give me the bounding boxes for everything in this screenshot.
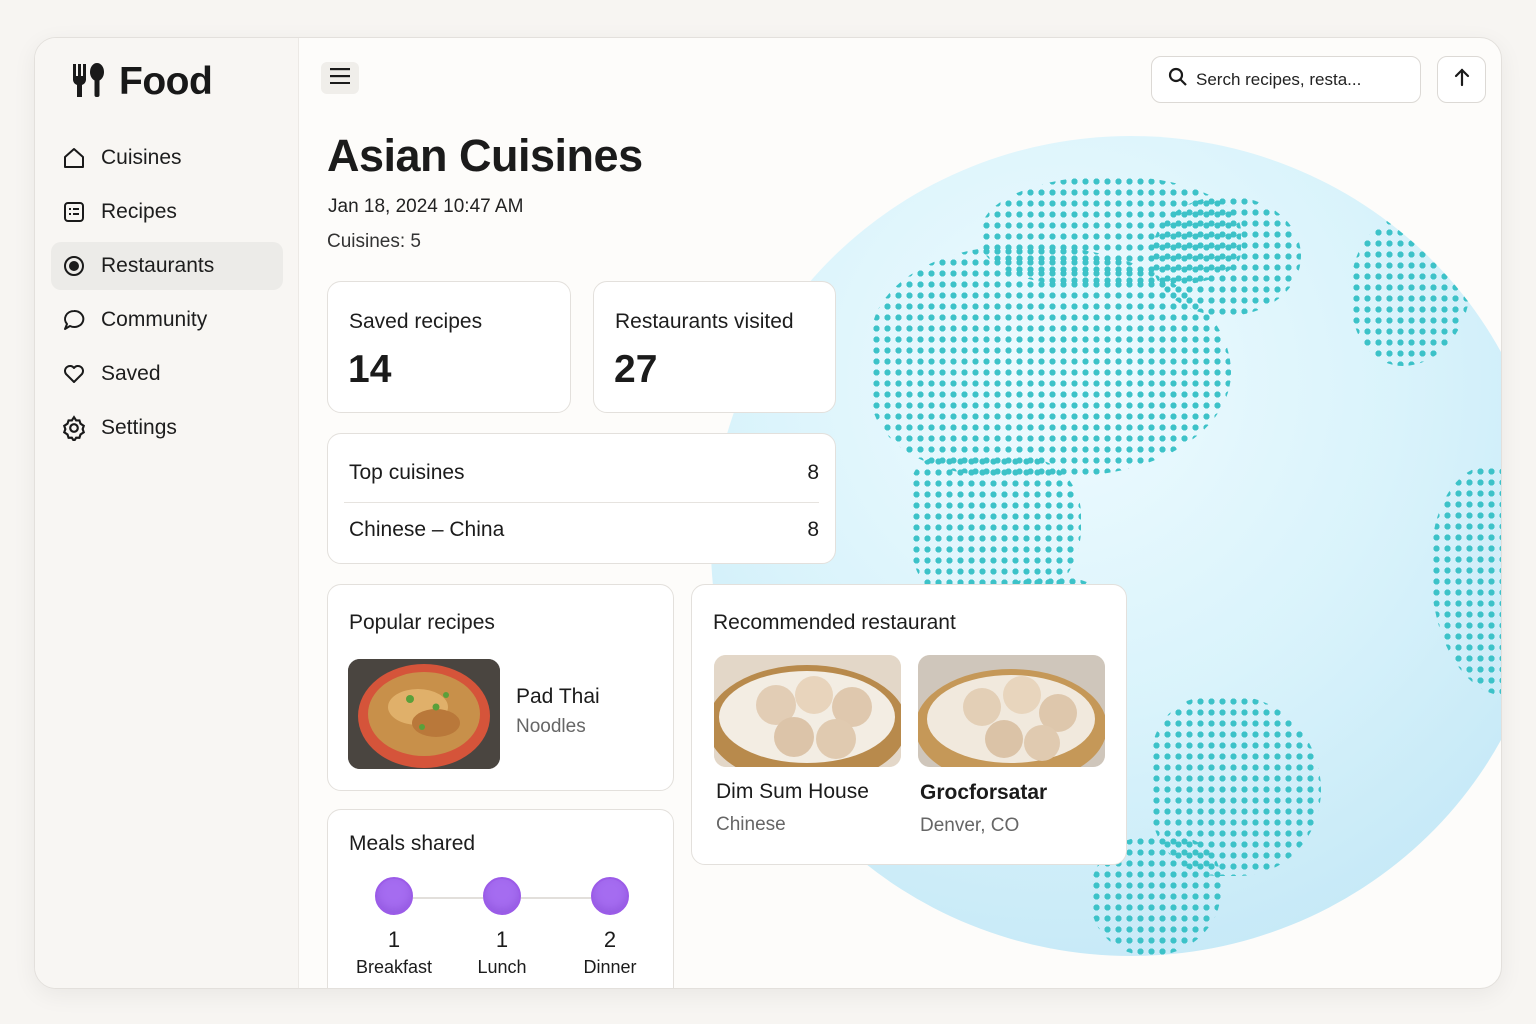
meal-dinner[interactable]: 2 Dinner: [565, 877, 655, 978]
restaurant-sub: Chinese: [716, 814, 786, 835]
sidebar-item-cuisines[interactable]: Cuisines: [51, 134, 283, 182]
search-box[interactable]: [1151, 56, 1421, 103]
restaurant-name[interactable]: Dim Sum House: [716, 780, 869, 804]
top-cuisines-total: 8: [807, 461, 819, 484]
sidebar-item-label: Cuisines: [101, 146, 182, 169]
meal-breakfast[interactable]: 1 Breakfast: [349, 877, 439, 978]
cuisine-name: Chinese – China: [349, 518, 505, 541]
grocforsatar-image[interactable]: [918, 655, 1105, 767]
gear-icon: [61, 415, 87, 441]
card-label: Popular recipes: [349, 611, 495, 634]
meal-label: Lunch: [477, 957, 527, 977]
sidebar-item-label: Settings: [101, 416, 177, 439]
heart-icon: [61, 361, 87, 387]
meal-dot: [483, 877, 521, 915]
app-title: Food: [119, 60, 213, 103]
recipe-category: Noodles: [516, 716, 586, 737]
card-value: 14: [348, 348, 392, 391]
search-icon: [1168, 67, 1188, 92]
meal-dot: [591, 877, 629, 915]
menu-button[interactable]: [321, 62, 359, 94]
page-title: Asian Cuisines: [327, 130, 643, 181]
divider: [344, 502, 819, 503]
card-label: Saved recipes: [349, 310, 483, 333]
meal-lunch[interactable]: 1 Lunch: [457, 877, 547, 978]
meal-dot: [375, 877, 413, 915]
recipe-card-icon: [61, 199, 87, 225]
meals-shared-card: Meals shared 1 Breakfast 1 Lunch 2 Dinne…: [327, 809, 674, 988]
sidebar-item-label: Community: [101, 308, 208, 331]
pad-thai-image[interactable]: [348, 659, 500, 769]
saved-recipes-card[interactable]: Saved recipes 14: [327, 281, 571, 413]
card-label: Restaurants visited: [615, 310, 794, 333]
cuisine-value: 8: [807, 518, 819, 541]
hamburger-icon: [330, 67, 350, 89]
meal-label: Dinner: [583, 957, 637, 977]
brand[interactable]: Food: [69, 60, 213, 104]
sidebar: Food Cuisines Recipes Restaurants Commun…: [35, 38, 299, 988]
sidebar-item-recipes[interactable]: Recipes: [51, 188, 283, 236]
scroll-up-button[interactable]: [1437, 56, 1486, 103]
top-cuisines-label: Top cuisines: [349, 461, 465, 484]
card-label: Meals shared: [349, 832, 476, 855]
fork-spoon-icon: [69, 61, 107, 104]
restaurant-sub: Denver, CO: [920, 815, 1020, 836]
arrow-up-icon: [1453, 67, 1471, 92]
sidebar-nav: Cuisines Recipes Restaurants Community S…: [51, 134, 283, 458]
restaurants-visited-card[interactable]: Restaurants visited 27: [593, 281, 836, 413]
location-pin-icon: [61, 253, 87, 279]
sidebar-item-saved[interactable]: Saved: [51, 350, 283, 398]
home-icon: [61, 145, 87, 171]
sidebar-item-label: Recipes: [101, 200, 177, 223]
cuisines-count: Cuisines: 5: [327, 231, 421, 252]
meal-count: 1: [387, 927, 401, 952]
meal-count: 1: [495, 927, 509, 952]
restaurant-name[interactable]: Grocforsatar: [920, 781, 1047, 805]
dim-sum-house-image[interactable]: [714, 655, 901, 767]
chat-bubble-icon: [61, 307, 87, 333]
recommended-restaurant-card: Recommended restaurant Dim Sum House Chi…: [691, 584, 1127, 865]
app-window: Food Cuisines Recipes Restaurants Commun…: [34, 37, 1502, 989]
meal-label: Breakfast: [355, 957, 433, 977]
popular-recipes-card: Popular recipes Pad Thai Noodles: [327, 584, 674, 791]
sidebar-item-settings[interactable]: Settings: [51, 404, 283, 452]
card-value: 27: [614, 348, 658, 391]
sidebar-item-community[interactable]: Community: [51, 296, 283, 344]
sidebar-item-label: Saved: [101, 362, 161, 385]
card-label: Recommended restaurant: [713, 611, 956, 634]
search-input[interactable]: [1196, 69, 1406, 90]
sidebar-item-label: Restaurants: [101, 254, 215, 277]
top-cuisines-card[interactable]: Top cuisines 8 Chinese – China 8: [327, 433, 836, 564]
recipe-name[interactable]: Pad Thai: [516, 685, 600, 709]
meal-count: 2: [603, 927, 617, 952]
table-row[interactable]: Chinese – China 8: [349, 518, 819, 542]
sidebar-item-restaurants[interactable]: Restaurants: [51, 242, 283, 290]
page-datetime: Jan 18, 2024 10:47 AM: [328, 196, 524, 217]
top-cuisines-header: Top cuisines 8: [349, 461, 819, 485]
